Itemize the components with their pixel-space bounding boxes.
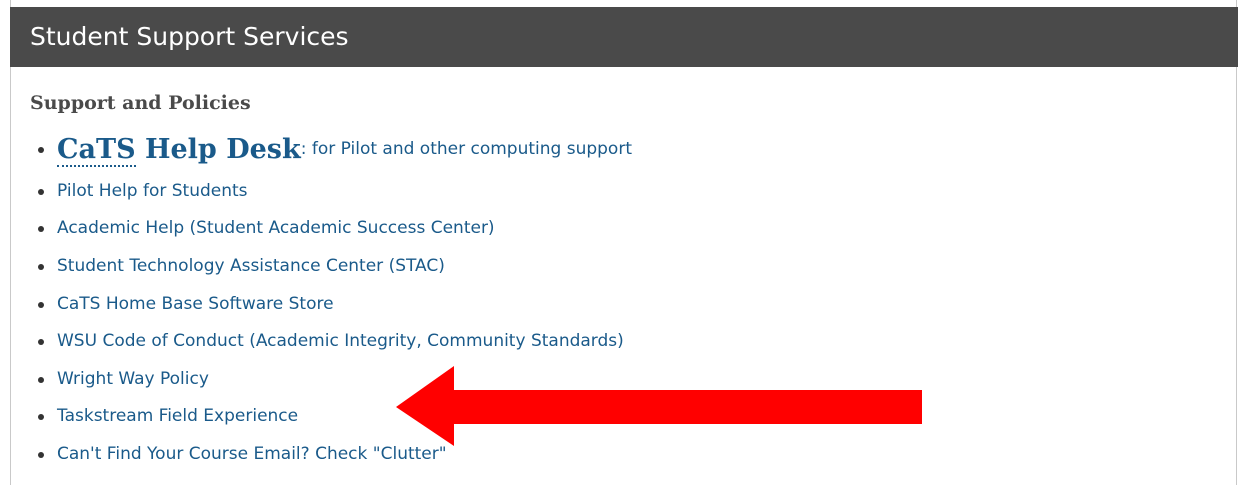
list-item-pilot-help: Pilot Help for Students [30, 172, 632, 210]
cats-abbreviation[interactable]: CaTS [57, 133, 136, 167]
academic-help-link[interactable]: Academic Help (Student Academic Success … [57, 218, 495, 238]
panel-title: Student Support Services [10, 7, 1238, 67]
bullet-icon [38, 301, 44, 308]
help-desk-link[interactable]: CaTS Help Desk [57, 133, 301, 167]
stac-link[interactable]: Student Technology Assistance Center (ST… [57, 256, 445, 276]
code-of-conduct-link[interactable]: WSU Code of Conduct (Academic Integrity,… [57, 331, 624, 351]
list-item-software-store: CaTS Home Base Software Store [30, 285, 632, 323]
software-store-link[interactable]: CaTS Home Base Software Store [57, 294, 334, 314]
bullet-icon [38, 339, 44, 346]
section-heading: Support and Policies [30, 92, 251, 114]
bullet-icon [38, 147, 44, 153]
pilot-help-link[interactable]: Pilot Help for Students [57, 181, 248, 201]
bullet-icon [38, 451, 44, 458]
bullet-icon [38, 188, 44, 195]
bullet-icon [38, 226, 44, 233]
list-item-stac: Student Technology Assistance Center (ST… [30, 247, 632, 285]
clutter-email-link[interactable]: Can't Find Your Course Email? Check "Clu… [57, 444, 447, 464]
list-item-code-of-conduct: WSU Code of Conduct (Academic Integrity,… [30, 322, 632, 360]
list-item-help-desk: CaTS Help Desk : for Pilot and other com… [30, 126, 632, 172]
bullet-icon [38, 414, 44, 421]
wright-way-policy-link[interactable]: Wright Way Policy [57, 369, 209, 389]
help-desk-description: : for Pilot and other computing support [300, 139, 632, 159]
bullet-icon [38, 263, 44, 270]
bullet-icon [38, 376, 44, 383]
red-arrow-icon [396, 366, 922, 446]
help-desk-label[interactable]: Help Desk [136, 134, 301, 165]
taskstream-link[interactable]: Taskstream Field Experience [57, 406, 298, 426]
list-item-academic-help: Academic Help (Student Academic Success … [30, 210, 632, 248]
